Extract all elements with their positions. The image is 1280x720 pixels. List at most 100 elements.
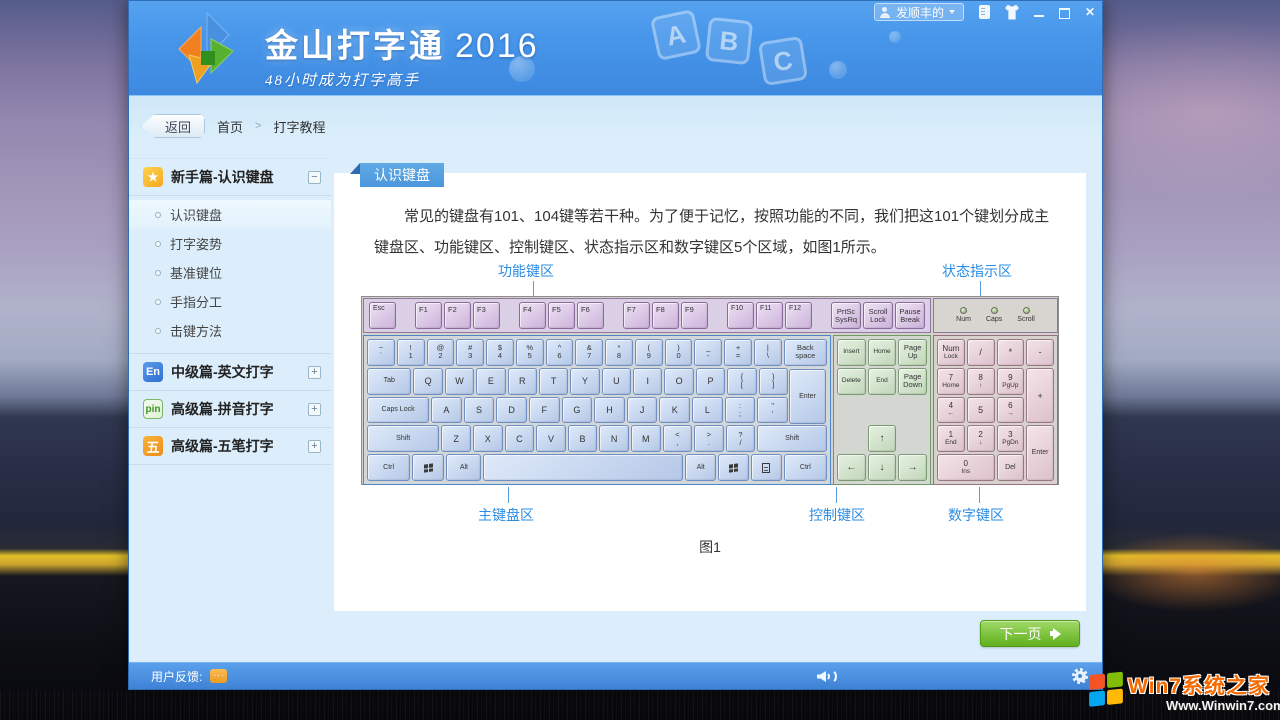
expand-toggle[interactable]: + [308, 403, 321, 416]
sidebar-item-label: 击键方法 [170, 321, 222, 340]
key-r: R [508, 368, 537, 395]
sidebar-section: En 中级篇-英文打字+ [129, 354, 331, 391]
gear-icon[interactable] [1072, 668, 1088, 684]
app-header: ABC 金山打字通 2016 48小时成为打字高手 [129, 1, 1102, 96]
led-icon [960, 307, 967, 314]
en-icon: En [143, 362, 163, 382]
pin-icon: pin [143, 399, 163, 419]
key-prtsc: PrtScSysRq [831, 302, 861, 329]
app-logo-icon [171, 11, 243, 90]
key-f9: F9 [681, 302, 708, 329]
sidebar-item[interactable]: 击键方法 [129, 316, 331, 345]
next-page-label: 下一页 [1000, 624, 1042, 644]
minimize-button[interactable] [1034, 5, 1044, 20]
key-8: 8↑ [967, 368, 995, 395]
key-z: Z [441, 425, 471, 452]
control-key-zone: InsertHomePageUpDeleteEndPageDown↑←↓→ [833, 335, 931, 485]
content-badge: 认识键盘 [360, 163, 444, 187]
sidebar-section-header-2[interactable]: pin高级篇-拼音打字+ [129, 393, 331, 425]
key-o: O [664, 368, 693, 395]
key-?: ?/ [726, 425, 756, 452]
star-icon: ★ [143, 167, 163, 187]
expand-toggle[interactable]: + [308, 440, 321, 453]
window-body: 返回 首页 > 打字教程 ★新手篇-认识键盘−认识键盘打字姿势基准键位手指分工击… [129, 96, 1102, 662]
restore-button[interactable] [1059, 5, 1069, 20]
key-f3: F3 [473, 302, 500, 329]
key-s: S [464, 397, 495, 424]
key-#: #3 [456, 339, 484, 366]
deco-block-a: A [650, 9, 702, 61]
key-row: Caps LockASDFGHJKL:;"' [366, 396, 828, 425]
key-q: Q [413, 368, 442, 395]
key-2: 2↓ [967, 425, 995, 452]
desktop: ABC 金山打字通 2016 48小时成为打字高手 [0, 0, 1280, 720]
sidebar-item[interactable]: 手指分工 [129, 287, 331, 316]
key-back: Backspace [784, 339, 827, 366]
key-u: U [602, 368, 631, 395]
back-button[interactable]: 返回 [141, 114, 205, 138]
key-enter: Enter [1026, 425, 1054, 481]
section-label: 新手篇-认识键盘 [171, 167, 308, 187]
app-edition: 2016 [455, 27, 539, 66]
status-led-num: Num [956, 307, 971, 323]
sidebar-item[interactable]: 认识键盘 [129, 200, 331, 229]
key-esc: Esc [369, 302, 396, 329]
key->: >. [694, 425, 724, 452]
key-shift: Shift [757, 425, 827, 452]
next-page-button[interactable]: 下一页 [980, 620, 1080, 647]
content-panel: 认识键盘 常见的键盘有101、104键等若干种。为了便于记忆，按照功能的不同，我… [334, 173, 1086, 611]
key-num: NumLock [937, 339, 965, 366]
key-page: PageDown [898, 368, 927, 395]
keyboard-figure: EscF1F2F3F4F5F6F7F8F9F10F11F12PrtScSysRq… [361, 296, 1059, 485]
key-|: |\ [754, 339, 782, 366]
sidebar-item-label: 手指分工 [170, 292, 222, 311]
feedback-icon[interactable]: ··· [210, 669, 227, 683]
breadcrumb-home[interactable]: 首页 [217, 117, 243, 136]
key-+: + [1026, 368, 1054, 424]
sidebar-section-header-1[interactable]: En 中级篇-英文打字+ [129, 356, 331, 388]
key-&: &7 [575, 339, 603, 366]
sidebar-section-header-3[interactable]: 五高级篇-五笔打字+ [129, 430, 331, 462]
person-icon [879, 6, 891, 18]
sidebar-item[interactable]: 基准键位 [129, 258, 331, 287]
lesson-paragraph: 常见的键盘有101、104键等若干种。为了便于记忆，按照功能的不同，我们把这10… [374, 201, 1056, 263]
sidebar-section-header-0[interactable]: ★ 新手篇-认识键盘− [129, 161, 331, 193]
key-d: D [496, 397, 527, 424]
key-delete: Delete [837, 368, 866, 395]
key-1: 1End [937, 425, 965, 452]
user-menu[interactable]: 发顺丰的 [874, 3, 964, 21]
key-f2: F2 [444, 302, 471, 329]
key-(: (9 [635, 339, 663, 366]
close-button[interactable]: ✕ [1084, 5, 1096, 20]
key-:: :; [725, 397, 756, 424]
key-b: B [568, 425, 598, 452]
sidebar-section: pin高级篇-拼音打字+ [129, 391, 331, 428]
key-page: PageUp [898, 339, 927, 366]
key-/: / [967, 339, 995, 366]
menu-key [751, 454, 782, 481]
sidebar-item-label: 认识键盘 [170, 205, 222, 224]
key-i: I [633, 368, 662, 395]
user-name: 发顺丰的 [896, 4, 944, 21]
bullet-icon [155, 212, 161, 218]
key-<: <, [663, 425, 693, 452]
key-m: M [631, 425, 661, 452]
key-k: K [659, 397, 690, 424]
collapse-toggle[interactable]: − [308, 171, 321, 184]
sidebar-section: ★ 新手篇-认识键盘− 认识键盘打字姿势基准键位手指分工击键方法 [129, 158, 331, 354]
app-title: 金山打字通 [265, 19, 445, 67]
led-icon [1023, 307, 1030, 314]
key-a: A [431, 397, 462, 424]
speaker-icon[interactable] [817, 669, 839, 684]
sidebar-item[interactable]: 打字姿势 [129, 229, 331, 258]
notes-icon[interactable] [979, 5, 990, 19]
skin-icon[interactable] [1005, 5, 1019, 20]
expand-toggle[interactable]: + [308, 366, 321, 379]
app-window: ABC 金山打字通 2016 48小时成为打字高手 [128, 0, 1103, 690]
sidebar-item-label: 打字姿势 [170, 234, 222, 253]
key-f8: F8 [652, 302, 679, 329]
key-enter: Enter [789, 369, 826, 424]
section-label: 中级篇-英文打字 [171, 362, 308, 382]
bullet-icon [155, 241, 161, 247]
key-3: 3PgDn [997, 425, 1025, 452]
